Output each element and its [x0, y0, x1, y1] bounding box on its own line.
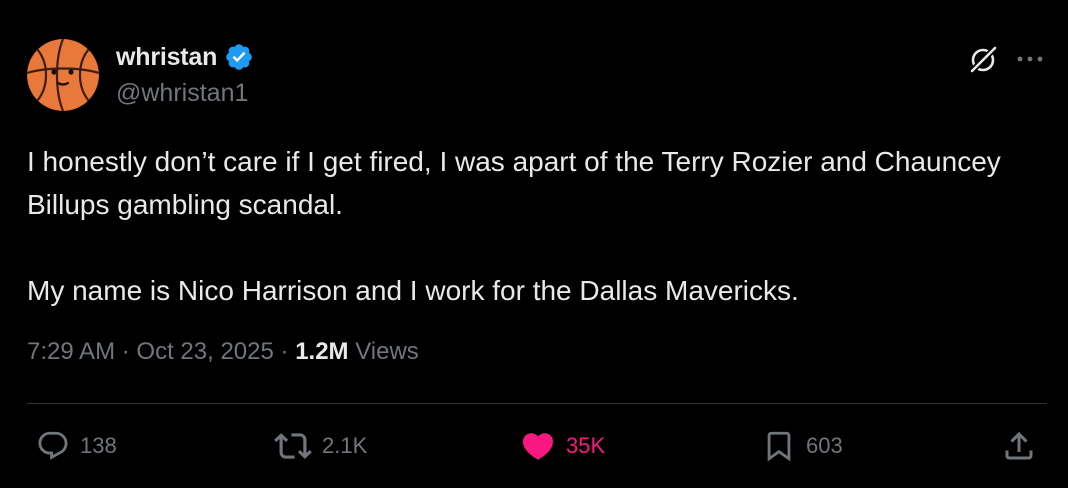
reply-icon [38, 431, 68, 460]
meta-separator: · [121, 338, 130, 365]
avatar[interactable] [27, 39, 99, 111]
share-button[interactable] [1001, 425, 1037, 467]
author-name-row[interactable]: whristan [116, 40, 254, 74]
meta-separator: · [280, 338, 289, 365]
repost-button[interactable]: 2.1K [274, 425, 367, 467]
repost-icon [274, 433, 312, 459]
more-icon[interactable] [1013, 44, 1047, 74]
like-count: 35K [566, 433, 606, 458]
grok-icon[interactable] [966, 43, 1000, 77]
bookmark-count: 603 [806, 433, 843, 458]
bookmark-button[interactable]: 603 [762, 425, 843, 467]
heart-icon [522, 433, 554, 460]
tweet-text: I honestly don’t care if I get fired, I … [27, 140, 1037, 312]
tweet-meta: 7:29 AM · Oct 23, 2025 · 1.2M Views [27, 338, 419, 366]
views-label: Views [355, 338, 419, 365]
tweet-time[interactable]: 7:29 AM [27, 338, 115, 365]
bookmark-icon [767, 431, 791, 462]
verified-badge-icon[interactable] [224, 42, 254, 72]
tweet-date[interactable]: Oct 23, 2025 [136, 338, 273, 365]
like-button[interactable]: 35K [520, 425, 605, 467]
views-count[interactable]: 1.2M [295, 338, 348, 365]
tweet-paragraph: I honestly don’t care if I get fired, I … [27, 146, 1001, 220]
reply-count: 138 [80, 433, 117, 458]
basketball-face-avatar-icon [27, 39, 99, 111]
tweet-paragraph: My name is Nico Harrison and I work for … [27, 275, 799, 306]
author-display-name[interactable]: whristan [116, 43, 217, 72]
share-icon [1005, 431, 1033, 460]
repost-count: 2.1K [322, 433, 368, 458]
divider [27, 403, 1047, 404]
author-handle[interactable]: @whristan1 [116, 79, 248, 108]
reply-button[interactable]: 138 [36, 425, 117, 467]
